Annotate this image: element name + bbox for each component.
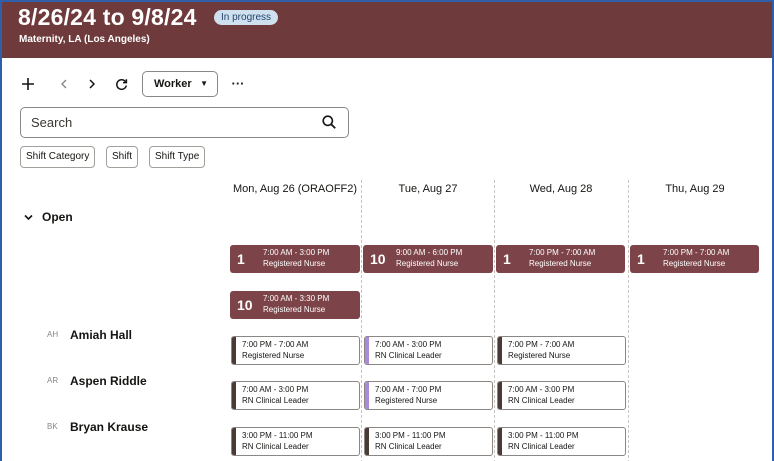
department-subtitle: Maternity, LA (Los Angeles) <box>19 34 150 45</box>
open-shift-time: 7:00 PM - 7:00 AM <box>529 248 596 257</box>
open-shift-card[interactable]: 1 7:00 AM - 3:00 PM Registered Nurse <box>230 245 360 273</box>
shift-time: 7:00 PM - 7:00 AM <box>242 340 309 349</box>
shift-accent-bar <box>365 382 369 409</box>
more-options-icon[interactable]: ··· <box>228 70 248 98</box>
shift-role: RN Clinical Leader <box>375 442 442 451</box>
shift-accent-bar <box>498 337 502 364</box>
shift-role: Registered Nurse <box>242 351 305 360</box>
open-shift-role: Registered Nurse <box>396 259 459 268</box>
day-header-thu: Thu, Aug 29 <box>665 183 725 195</box>
shift-time: 7:00 AM - 3:00 PM <box>242 385 309 394</box>
toolbar: Worker ▼ ··· <box>18 70 278 98</box>
shift-role: RN Clinical Leader <box>508 442 575 451</box>
day-header-mon: Mon, Aug 26 (ORAOFF2) <box>232 183 358 195</box>
shift-time: 7:00 AM - 3:00 PM <box>508 385 575 394</box>
day-header-tue: Tue, Aug 27 <box>398 183 458 195</box>
avatar: AR <box>47 376 59 385</box>
page-header: 8/26/24 to 9/8/24 In progress Maternity,… <box>2 2 772 58</box>
worker-select-label: Worker <box>154 78 192 90</box>
shift-accent-bar <box>498 382 502 409</box>
open-shift-role: Registered Nurse <box>529 259 592 268</box>
shift-role: RN Clinical Leader <box>508 396 575 405</box>
shift-time: 3:00 PM - 11:00 PM <box>242 431 313 440</box>
open-shift-count: 1 <box>637 251 645 267</box>
day-header-wed: Wed, Aug 28 <box>529 183 593 195</box>
open-shift-count: 10 <box>370 251 386 267</box>
open-shift-count: 1 <box>503 251 511 267</box>
shift-accent-bar <box>365 337 369 364</box>
shift-accent-bar <box>365 428 369 455</box>
shift-time: 7:00 AM - 3:00 PM <box>375 340 442 349</box>
open-shift-time: 7:00 AM - 3:00 PM <box>263 248 330 257</box>
shift-accent-bar <box>232 337 236 364</box>
open-shift-card[interactable]: 1 7:00 PM - 7:00 AM Registered Nurse <box>496 245 625 273</box>
open-shift-card[interactable]: 1 7:00 PM - 7:00 AM Registered Nurse <box>630 245 759 273</box>
add-icon[interactable] <box>18 70 38 98</box>
worker-name: Aspen Riddle <box>70 374 147 388</box>
open-shift-count: 1 <box>237 251 245 267</box>
day-divider <box>361 180 362 461</box>
filter-shift-type[interactable]: Shift Type <box>149 146 206 168</box>
caret-down-icon: ▼ <box>200 79 208 88</box>
day-divider <box>494 180 495 461</box>
shift-time: 7:00 PM - 7:00 AM <box>508 340 575 349</box>
shift-role: RN Clinical Leader <box>242 396 309 405</box>
day-divider <box>628 180 629 461</box>
shift-accent-bar <box>232 428 236 455</box>
open-section-label: Open <box>42 210 73 224</box>
avatar: AH <box>47 330 59 339</box>
shift-card[interactable]: 7:00 AM - 3:00 PM RN Clinical Leader <box>497 381 626 410</box>
shift-role: RN Clinical Leader <box>375 351 442 360</box>
search-field[interactable]: Search <box>20 107 349 138</box>
open-shift-card[interactable]: 10 7:00 AM - 3:30 PM Registered Nurse <box>230 291 360 319</box>
worker-name: Bryan Krause <box>70 420 149 434</box>
worker-select[interactable]: Worker ▼ <box>142 71 218 97</box>
open-shift-role: Registered Nurse <box>263 259 326 268</box>
shift-card[interactable]: 3:00 PM - 11:00 PM RN Clinical Leader <box>231 427 360 456</box>
avatar: BK <box>47 422 58 431</box>
shift-time: 7:00 AM - 7:00 PM <box>375 385 442 394</box>
search-placeholder: Search <box>31 115 73 130</box>
open-shift-count: 10 <box>237 297 253 313</box>
open-shift-time: 7:00 PM - 7:00 AM <box>663 248 730 257</box>
shift-card[interactable]: 7:00 AM - 7:00 PM Registered Nurse <box>364 381 493 410</box>
previous-icon[interactable] <box>56 70 72 98</box>
worker-name: Amiah Hall <box>70 328 133 342</box>
open-shift-time: 7:00 AM - 3:30 PM <box>263 294 330 303</box>
shift-accent-bar <box>498 428 502 455</box>
shift-accent-bar <box>232 382 236 409</box>
shift-time: 3:00 PM - 11:00 PM <box>375 431 446 440</box>
shift-role: RN Clinical Leader <box>242 442 309 451</box>
shift-card[interactable]: 7:00 AM - 3:00 PM RN Clinical Leader <box>364 336 493 365</box>
page-title: 8/26/24 to 9/8/24 <box>18 4 197 30</box>
shift-card[interactable]: 3:00 PM - 11:00 PM RN Clinical Leader <box>364 427 493 456</box>
shift-time: 3:00 PM - 11:00 PM <box>508 431 579 440</box>
status-badge: In progress <box>214 10 279 25</box>
filter-shift[interactable]: Shift <box>106 146 139 168</box>
search-icon[interactable] <box>322 115 336 129</box>
open-section-toggle[interactable]: Open <box>24 210 73 224</box>
open-shift-card[interactable]: 10 9:00 AM - 6:00 PM Registered Nurse <box>363 245 493 273</box>
schedule-window: 8/26/24 to 9/8/24 In progress Maternity,… <box>0 0 774 461</box>
shift-card[interactable]: 3:00 PM - 11:00 PM RN Clinical Leader <box>497 427 626 456</box>
open-shift-role: Registered Nurse <box>263 305 326 314</box>
open-shift-role: Registered Nurse <box>663 259 726 268</box>
open-shift-time: 9:00 AM - 6:00 PM <box>396 248 463 257</box>
shift-card[interactable]: 7:00 PM - 7:00 AM Registered Nurse <box>231 336 360 365</box>
shift-role: Registered Nurse <box>508 351 571 360</box>
chevron-down-icon <box>24 212 33 224</box>
next-icon[interactable] <box>84 70 100 98</box>
shift-card[interactable]: 7:00 AM - 3:00 PM RN Clinical Leader <box>231 381 360 410</box>
refresh-icon[interactable] <box>112 70 130 98</box>
shift-role: Registered Nurse <box>375 396 438 405</box>
filter-shift-category[interactable]: Shift Category <box>20 146 96 168</box>
shift-card[interactable]: 7:00 PM - 7:00 AM Registered Nurse <box>497 336 626 365</box>
